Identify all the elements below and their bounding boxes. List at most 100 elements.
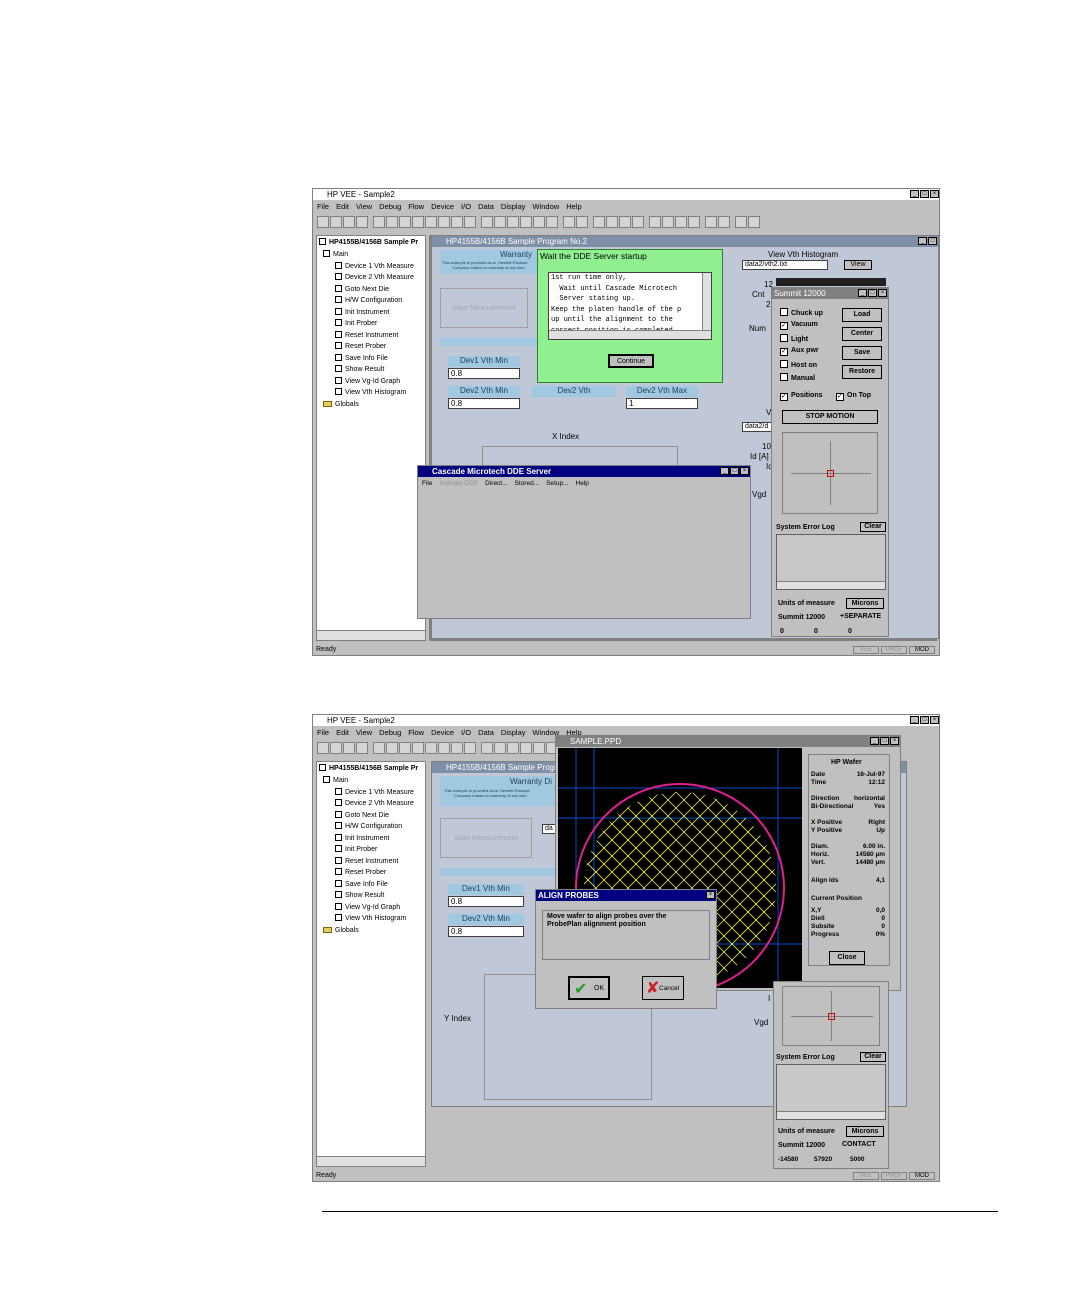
tree-item[interactable]: Device 1 Vth Measure [335,787,414,797]
summit-center-button[interactable]: Center [842,327,882,341]
dialog-hscrollbar[interactable] [549,330,711,339]
close-icon[interactable]: × [930,190,939,198]
close-button[interactable]: Close [829,951,865,965]
microns-button[interactable]: Microns [846,1126,884,1137]
toolbar-button-icon[interactable] [520,216,532,228]
toolbar-button-icon[interactable] [735,216,747,228]
menu-item[interactable]: Device [431,728,454,737]
dde-menu-item[interactable]: File [422,480,432,487]
continue-button[interactable]: Continue [608,354,654,368]
on-top-checkbox[interactable]: ✓ On Top [836,392,871,401]
menu-item[interactable]: View [356,202,372,211]
toolbar-button-icon[interactable] [373,216,385,228]
tree-item[interactable]: View Vth Histogram [335,388,406,397]
hpvee-titlebar[interactable]: HP VEE - Sample2 [313,189,939,200]
maximize-icon[interactable]: □ [920,716,929,724]
minimize-icon[interactable]: _ [910,716,919,724]
clear-button[interactable]: Clear [860,1052,886,1062]
tree-item[interactable]: Init Instrument [335,307,389,317]
dde-titlebar[interactable]: Cascade Microtech DDE Server [418,466,750,477]
toolbar-button-icon[interactable] [399,742,411,754]
tree-item[interactable]: Reset Prober [335,868,386,877]
toolbar-button-icon[interactable] [464,216,476,228]
summit-checkbox[interactable]: ✓ Aux pwr [780,347,819,356]
microns-button[interactable]: Microns [846,598,884,609]
tree-item[interactable]: View Vth Histogram [335,914,406,923]
summit-load-button[interactable]: Load [842,308,882,322]
toolbar-button-icon[interactable] [330,742,342,754]
maximize-icon[interactable]: □ [868,289,877,297]
toolbar-button-icon[interactable] [317,216,329,228]
toolbar-button-icon[interactable] [619,216,631,228]
sample-ppd-titlebar[interactable]: SAMPLE.PPD [556,736,900,747]
minimize-icon[interactable]: _ [720,467,729,475]
dev1-vth-min-input[interactable]: 0.8 [448,896,524,907]
toolbar-button-icon[interactable] [481,216,493,228]
close-icon[interactable]: × [740,467,749,475]
menu-item[interactable]: Help [566,202,581,211]
histogram-file-input[interactable]: data2/vth2.txt [742,260,828,270]
tree-item[interactable]: Main [323,776,348,785]
menu-item[interactable]: Data [478,202,494,211]
log-scrollbar[interactable] [777,581,885,589]
toolbar-button-icon[interactable] [662,216,674,228]
clear-button[interactable]: Clear [860,522,886,532]
toolbar-button-icon[interactable] [494,742,506,754]
close-icon[interactable]: × [890,737,899,745]
menu-item[interactable]: Data [478,728,494,737]
tree-item[interactable]: Main [323,250,348,259]
maximize-icon[interactable]: □ [730,467,739,475]
toolbar-button-icon[interactable] [675,216,687,228]
tree-root[interactable]: HP4155B/4156B Sample Pr [319,238,418,247]
positions-checkbox[interactable]: ✓ Positions [780,392,823,401]
hpvee-titlebar[interactable]: HP VEE - Sample2 [313,715,939,726]
summit-checkbox[interactable]: Host on [780,360,817,369]
tree-item[interactable]: Init Prober [335,319,377,328]
tree-item[interactable]: Device 1 Vth Measure [335,261,414,271]
close-icon[interactable]: × [706,891,715,899]
tree-item[interactable]: H/W Configuration [335,822,402,831]
tree-item[interactable]: H/W Configuration [335,296,402,305]
summit-checkbox[interactable]: ✓ Vacuum [780,321,818,330]
tree-item[interactable]: Show Result [335,365,384,374]
toolbar-button-icon[interactable] [533,742,545,754]
toolbar-button-icon[interactable] [546,216,558,228]
toolbar-button-icon[interactable] [330,216,342,228]
toolbar-button-icon[interactable] [373,742,385,754]
toolbar-button-icon[interactable] [438,742,450,754]
tree-item[interactable]: Goto Next Die [335,284,389,294]
tree-item[interactable]: View Vg-Id Graph [335,902,400,912]
summit-restore-button[interactable]: Restore [842,365,882,379]
menu-item[interactable]: Edit [336,728,349,737]
tree-root[interactable]: HP4155B/4156B Sample Pr [319,764,418,773]
toolbar-button-icon[interactable] [356,742,368,754]
tree-item[interactable]: Save Info File [335,879,388,889]
toolbar-button-icon[interactable] [748,216,760,228]
stop-motion-button[interactable]: STOP MOTION [782,410,878,424]
menu-item[interactable]: Debug [379,202,401,211]
toolbar-button-icon[interactable] [563,216,575,228]
dialog-scrollbar[interactable] [702,273,711,331]
ok-button[interactable]: ✔ OK [568,976,610,1000]
menu-item[interactable]: I/O [461,202,471,211]
dev2-vth-min-input[interactable]: 0.8 [448,926,524,937]
toolbar-button-icon[interactable] [507,742,519,754]
tree-item[interactable]: Save Info File [335,353,388,363]
dde-menu-item[interactable]: Stored... [515,480,540,487]
tree-item[interactable]: Show Result [335,891,384,900]
dev1-vth-min-input[interactable]: 0.8 [448,368,520,379]
menu-item[interactable]: Device [431,202,454,211]
minimize-icon[interactable]: _ [918,237,927,245]
toolbar-button-icon[interactable] [507,216,519,228]
menu-item[interactable]: Display [501,728,526,737]
log-scrollbar[interactable] [777,1111,885,1119]
toolbar-button-icon[interactable] [425,742,437,754]
start-measurement-button[interactable]: Start Measurement [440,818,532,858]
tree-item[interactable]: Device 2 Vth Measure [335,799,414,808]
toolbar-button-icon[interactable] [386,742,398,754]
toolbar-button-icon[interactable] [576,216,588,228]
align-titlebar[interactable]: ALIGN PROBES [536,890,716,901]
menu-item[interactable]: I/O [461,728,471,737]
toolbar-button-icon[interactable] [481,742,493,754]
tree-scrollbar[interactable] [317,630,425,640]
